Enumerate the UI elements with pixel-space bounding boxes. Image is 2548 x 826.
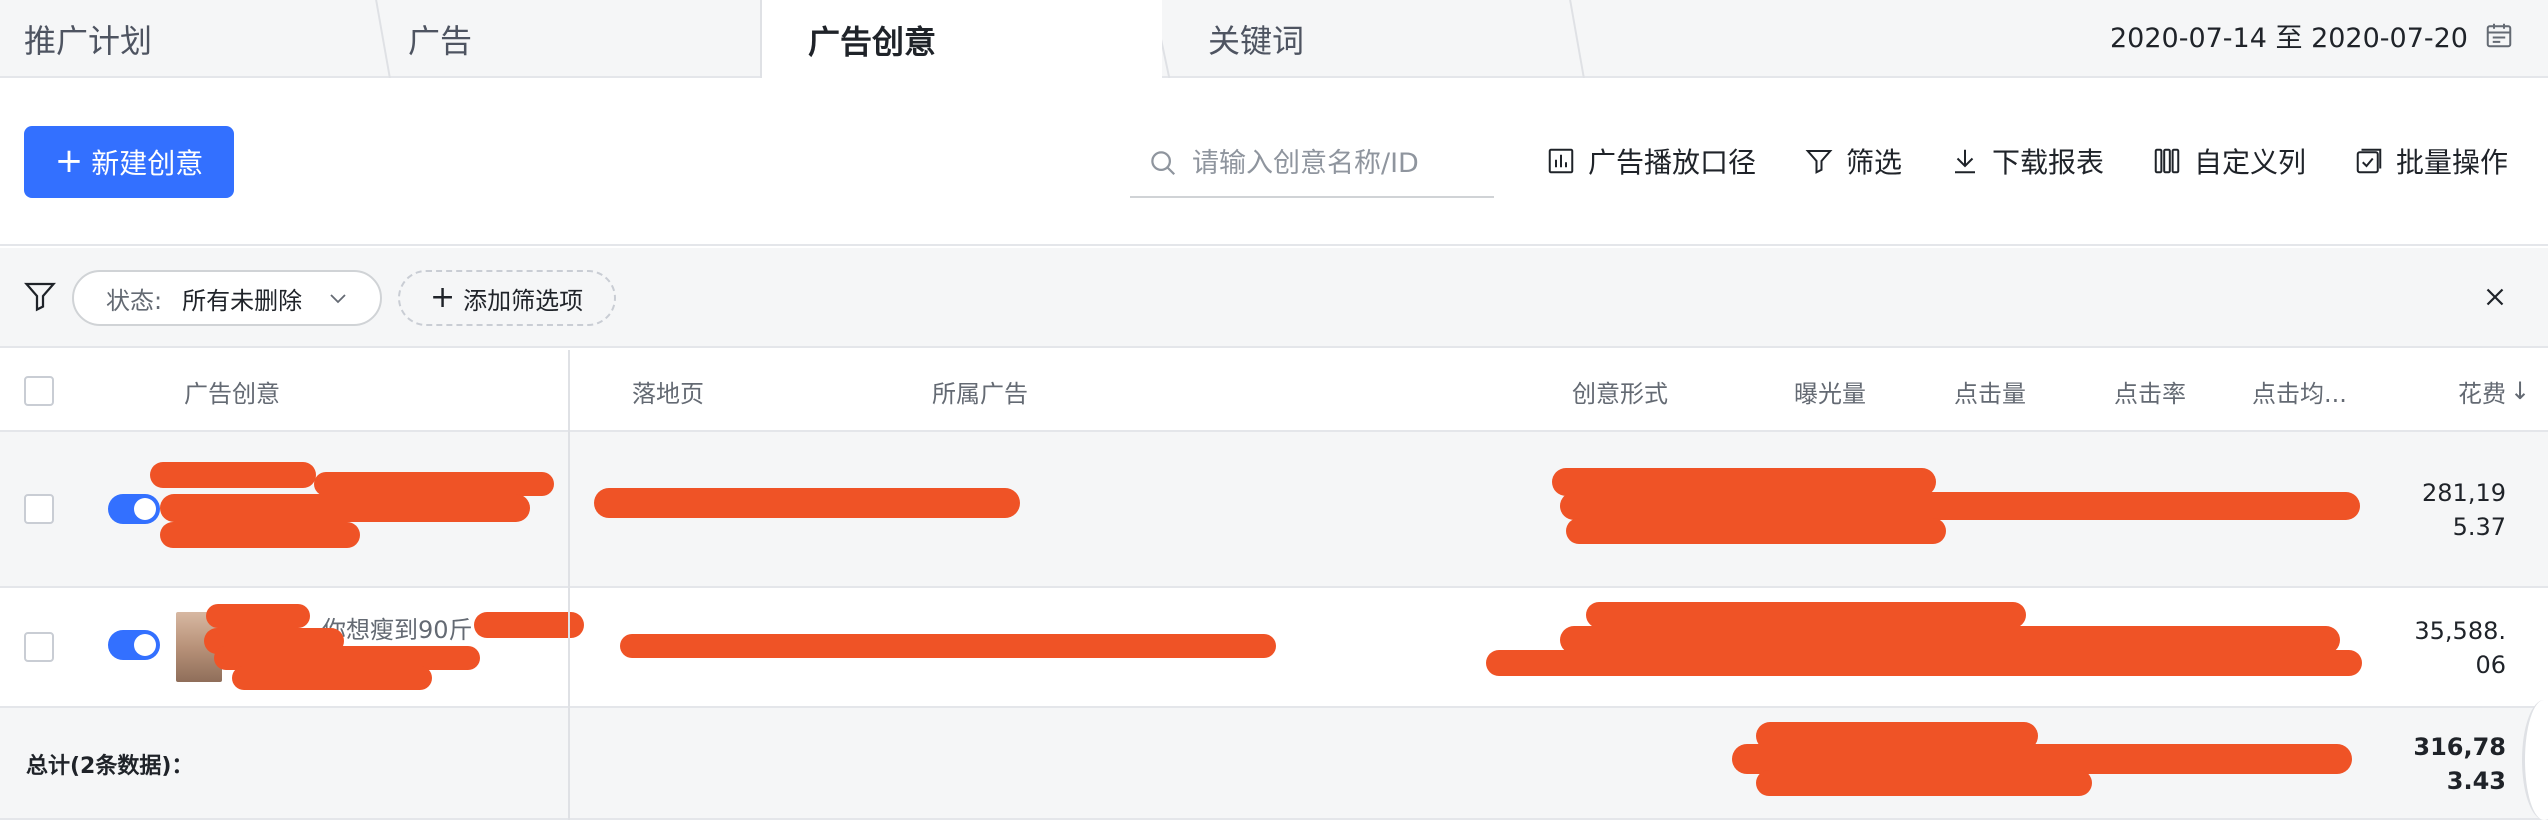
row-enable-toggle[interactable] (108, 630, 160, 660)
tab-ads[interactable]: 广告 (370, 0, 760, 78)
total-label: 总计(2条数据)： (26, 754, 194, 779)
chevron-down-icon (330, 294, 346, 304)
add-filter-button[interactable]: + 添加筛选项 (398, 270, 616, 326)
row-spend: 35,588. 06 (2414, 617, 2506, 679)
tab-label: 广告创意 (808, 23, 937, 61)
calendar-icon (2486, 23, 2512, 48)
download-report-button[interactable]: 下载报表 (1950, 138, 2104, 184)
column-header-ctr[interactable]: 点击率 (2114, 350, 2186, 432)
column-header-spend[interactable]: 花费 (2458, 350, 2506, 432)
search-input[interactable] (1192, 147, 1482, 179)
tool-label: 自定义列 (2194, 146, 2307, 179)
column-header-parent-ad[interactable]: 所属广告 (932, 350, 1028, 432)
status-filter-key: 状态: (106, 286, 163, 315)
plus-icon: + (54, 141, 84, 181)
download-icon (1955, 149, 1975, 174)
date-range-picker[interactable]: 2020-07-14 至 2020-07-20 (2110, 0, 2514, 70)
checklist-icon (2356, 148, 2382, 174)
row-spend: 281,19 5.37 (2422, 479, 2506, 541)
batch-operation-button[interactable]: 批量操作 (2354, 138, 2508, 184)
table-row: 你想瘦到90斤 35,588. 06 (0, 588, 2548, 708)
column-header-landing-page[interactable]: 落地页 (632, 350, 704, 432)
total-spend: 316,78 3.43 (2413, 733, 2506, 795)
ad-playback-scope-button[interactable]: 广告播放口径 (1546, 138, 1756, 184)
tool-label: 下载报表 (1992, 146, 2105, 179)
bar-chart-icon (1548, 148, 1574, 174)
plus-icon: + (430, 280, 456, 315)
tool-label: 批量操作 (2396, 146, 2509, 179)
tab-bar: 推广计划 广告 广告创意 关键词 2020-07-14 至 2020-07-20 (0, 0, 2548, 80)
close-icon[interactable] (2480, 282, 2510, 312)
table-total-row: 总计(2条数据)： 316,78 3.43 (0, 708, 2548, 820)
tab-label: 关键词 (1208, 22, 1305, 60)
table-row: 281,19 5.37 (0, 432, 2548, 588)
add-filter-label: 添加筛选项 (463, 286, 584, 315)
new-creative-label: 新建创意 (91, 147, 204, 180)
new-creative-button[interactable]: + 新建创意 (24, 126, 234, 198)
column-header-impressions[interactable]: 曝光量 (1794, 350, 1866, 432)
search-icon (1151, 151, 1176, 176)
tab-promotion-plan[interactable]: 推广计划 (0, 0, 391, 78)
tab-label: 广告 (408, 22, 473, 60)
date-range-text: 2020-07-14 至 2020-07-20 (2110, 22, 2468, 54)
fixed-column-divider (568, 350, 570, 820)
row-enable-toggle[interactable] (108, 494, 160, 524)
status-filter-chip[interactable]: 状态: 所有未删除 (72, 270, 382, 326)
toolbar: + 新建创意 广告播放口径 筛选 下载报表 (0, 80, 2548, 246)
select-all-checkbox[interactable] (24, 376, 54, 406)
filter-button[interactable]: 筛选 (1804, 138, 1902, 184)
tool-label: 筛选 (1846, 146, 1903, 179)
tab-label: 推广计划 (24, 22, 153, 60)
table-header: 广告创意 落地页 所属广告 创意形式 曝光量 点击量 点击率 点击均... 花费… (0, 350, 2548, 432)
funnel-icon[interactable] (22, 278, 58, 314)
column-header-creative-format[interactable]: 创意形式 (1572, 350, 1668, 432)
custom-columns-button[interactable]: 自定义列 (2152, 138, 2306, 184)
columns-icon (2154, 148, 2180, 174)
funnel-icon (1805, 150, 1833, 174)
filter-bar: 状态: 所有未删除 + 添加筛选项 (0, 248, 2548, 348)
creative-title[interactable]: 你想瘦到90斤 (322, 610, 473, 645)
tab-ad-creative[interactable]: 广告创意 (762, 0, 1162, 80)
column-header-clicks[interactable]: 点击量 (1954, 350, 2026, 432)
column-header-creative[interactable]: 广告创意 (184, 350, 280, 432)
status-filter-value: 所有未删除 (182, 286, 303, 315)
row-checkbox[interactable] (24, 632, 54, 662)
column-header-avg-click-cost[interactable]: 点击均... (2252, 350, 2347, 432)
row-checkbox[interactable] (24, 494, 54, 524)
creative-table: 广告创意 落地页 所属广告 创意形式 曝光量 点击量 点击率 点击均... 花费… (0, 350, 2548, 826)
tab-keywords[interactable]: 关键词 (1166, 0, 1585, 78)
search-box (1130, 130, 1494, 198)
sort-desc-icon[interactable]: ↓ (2510, 350, 2530, 432)
tool-label: 广告播放口径 (1588, 146, 1757, 179)
